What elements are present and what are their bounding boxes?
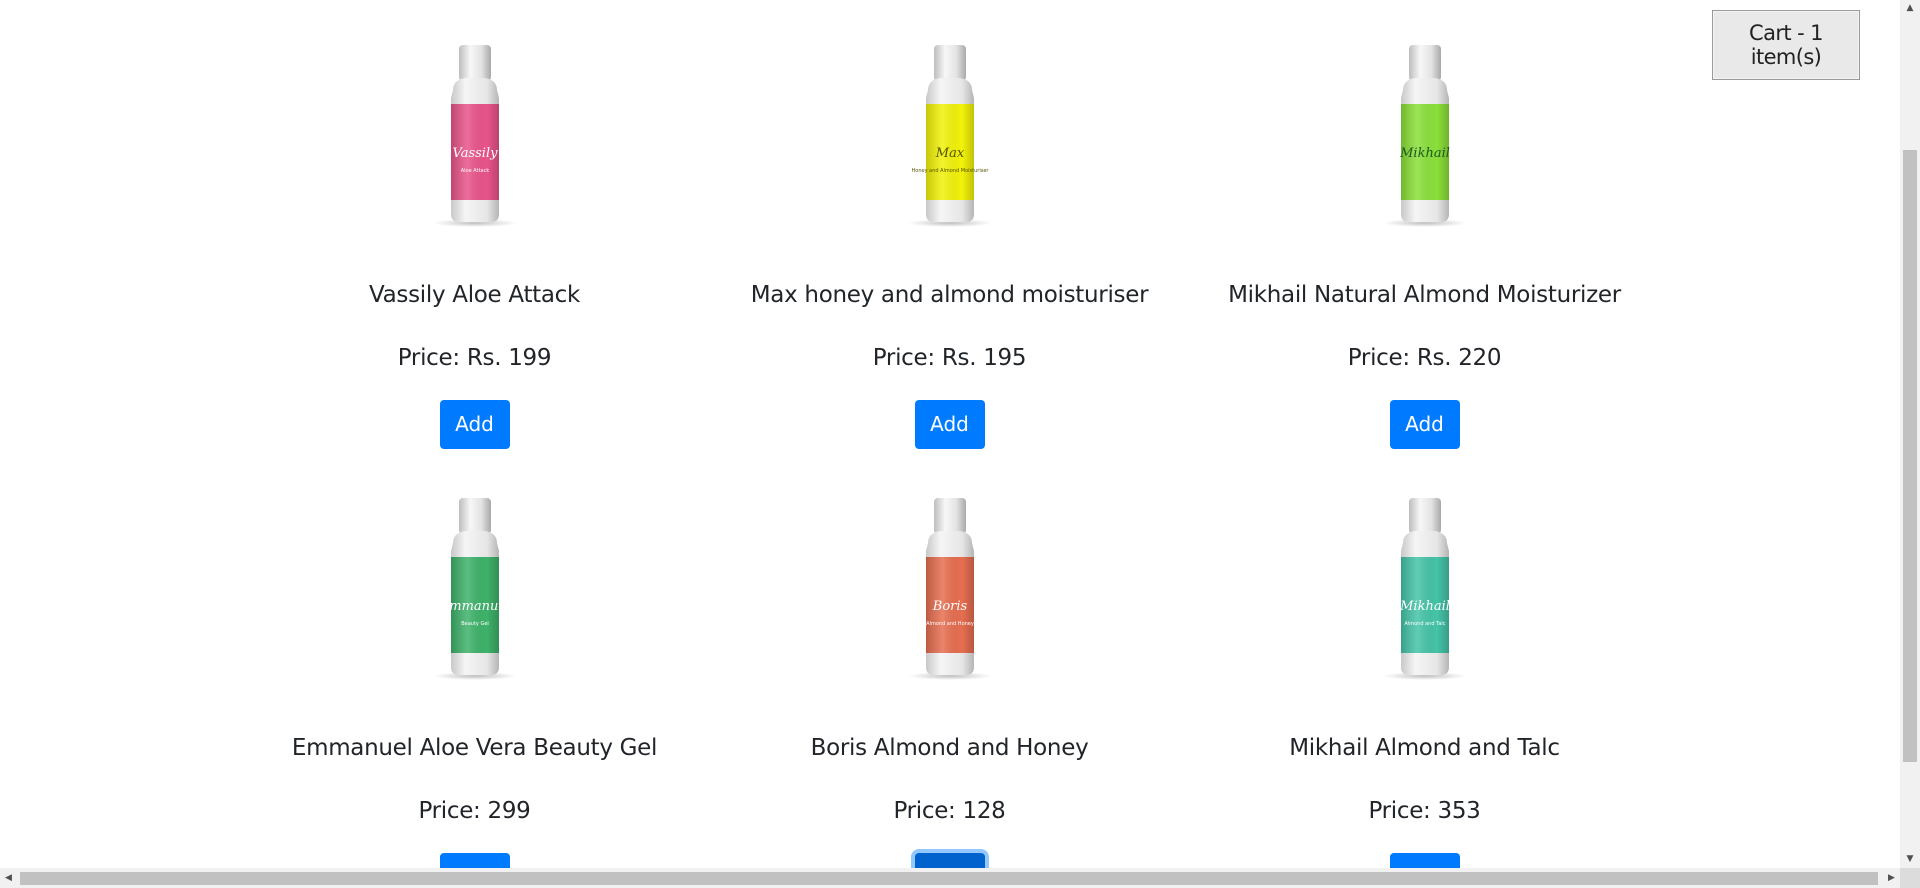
chevron-down-icon[interactable]: ▼	[1900, 851, 1920, 868]
bottle-cap	[933, 45, 966, 81]
scrollbar-thumb[interactable]	[1903, 150, 1917, 762]
bottle-icon: Mikhail	[1382, 45, 1467, 227]
horizontal-scrollbar[interactable]: ◀ ▶	[0, 868, 1900, 888]
add-to-cart-button[interactable]: Add	[439, 400, 510, 449]
bottle-icon: Emmanuel Beauty Gel	[432, 498, 517, 680]
bottle-label-subtext: Aloe Attack	[460, 168, 489, 174]
product-card: Max Honey and Almond Moisturiser Max hon…	[712, 42, 1187, 449]
product-image: Max Honey and Almond Moisturiser	[712, 42, 1187, 232]
cart-button[interactable]: Cart - 1 item(s)	[1712, 10, 1860, 80]
bottle-label-text: Mikhail	[1399, 599, 1450, 614]
bottle-label-subtext: Honey and Almond Moisturiser	[911, 168, 989, 174]
add-to-cart-button[interactable]: Add	[1389, 853, 1460, 868]
bottle-icon: Max Honey and Almond Moisturiser	[907, 45, 992, 227]
product-price: Price: 353	[1368, 798, 1481, 824]
product-card: Emmanuel Beauty Gel Emmanuel Aloe Vera B…	[237, 495, 712, 868]
add-to-cart-button[interactable]: Add	[914, 853, 985, 868]
scrollbar-thumb[interactable]	[20, 872, 1878, 885]
product-name: Mikhail Natural Almond Moisturizer	[1228, 282, 1621, 308]
product-page: Vassily Aloe Attack Vassily Aloe Attack …	[0, 0, 1900, 868]
bottle-cap	[458, 498, 491, 534]
bottle-cap	[1408, 45, 1441, 81]
chevron-up-icon[interactable]: ▲	[1900, 0, 1920, 17]
bottle-label-text: Emmanuel	[438, 599, 510, 614]
bottle-label-subtext: Almond and Talc	[1404, 621, 1445, 627]
bottle-label-text: Boris	[931, 599, 967, 614]
product-image: Emmanuel Beauty Gel	[237, 495, 712, 685]
add-to-cart-button[interactable]: Add	[914, 400, 985, 449]
chevron-right-icon[interactable]: ▶	[1883, 868, 1900, 888]
add-to-cart-button[interactable]: Add	[1389, 400, 1460, 449]
product-price: Price: 299	[418, 798, 531, 824]
product-image: Boris Almond and Honey	[712, 495, 1187, 685]
scrollbar-corner	[1900, 868, 1920, 888]
product-name: Emmanuel Aloe Vera Beauty Gel	[291, 735, 658, 761]
product-card: Vassily Aloe Attack Vassily Aloe Attack …	[237, 42, 712, 449]
bottle-cap	[933, 498, 966, 534]
product-card: Boris Almond and Honey Boris Almond and …	[712, 495, 1187, 868]
bottle-cap	[1408, 498, 1441, 534]
product-card: Mikhail Mikhail Natural Almond Moisturiz…	[1187, 42, 1662, 449]
product-price: Price: Rs. 199	[397, 345, 552, 371]
bottle-label-subtext: Almond and Honey	[926, 621, 974, 627]
bottle-label-subtext: Beauty Gel	[461, 621, 489, 627]
product-price: Price: 128	[893, 798, 1006, 824]
product-name: Vassily Aloe Attack	[368, 282, 581, 308]
bottle-label-text: Mikhail	[1399, 146, 1450, 161]
product-name: Mikhail Almond and Talc	[1289, 735, 1560, 761]
product-image: Vassily Aloe Attack	[237, 42, 712, 232]
product-card: Mikhail Almond and Talc Mikhail Almond a…	[1187, 495, 1662, 868]
vertical-scrollbar[interactable]: ▲ ▼	[1900, 0, 1920, 868]
bottle-label-text: Max	[934, 146, 964, 161]
bottle-icon: Vassily Aloe Attack	[432, 45, 517, 227]
product-image: Mikhail	[1187, 42, 1662, 232]
product-image: Mikhail Almond and Talc	[1187, 495, 1662, 685]
product-price: Price: Rs. 220	[1347, 345, 1502, 371]
bottle-icon: Mikhail Almond and Talc	[1382, 498, 1467, 680]
add-to-cart-button[interactable]: Add	[439, 853, 510, 868]
bottle-label-text: Vassily	[452, 146, 498, 161]
bottle-icon: Boris Almond and Honey	[907, 498, 992, 680]
bottle-cap	[458, 45, 491, 81]
chevron-left-icon[interactable]: ◀	[0, 868, 17, 888]
product-price: Price: Rs. 195	[872, 345, 1027, 371]
product-name: Max honey and almond moisturiser	[750, 282, 1149, 308]
product-name: Boris Almond and Honey	[810, 735, 1089, 761]
